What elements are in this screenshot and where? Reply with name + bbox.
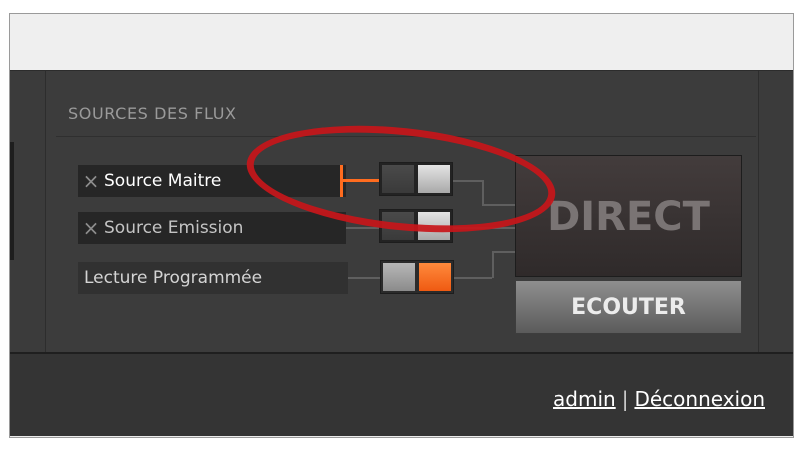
source-master-row: × Source Maitre (78, 165, 346, 197)
lecture-connector (348, 277, 382, 279)
scheduled-playback-label: Lecture Programmée (84, 268, 263, 288)
remove-source-master-icon[interactable]: × (78, 169, 104, 193)
left-stub (10, 142, 14, 260)
emission-connector (346, 227, 380, 229)
toggle1-out-line (452, 180, 482, 182)
source-master-toggle[interactable] (379, 162, 453, 196)
source-emission-label: Source Emission (104, 218, 244, 238)
toggle3-out-vline (492, 251, 494, 278)
toggle2-out-line (452, 227, 515, 229)
bottom-strip (10, 436, 793, 437)
toggle1-out-vline (482, 180, 484, 204)
link-separator: | (621, 387, 629, 411)
source-emission-toggle[interactable] (379, 209, 453, 243)
toggle-off-half (382, 165, 414, 193)
toggle3-out-line2 (492, 251, 515, 253)
scheduled-playback-row: Lecture Programmée (78, 262, 348, 294)
toggle-on-half (419, 263, 451, 291)
user-links: admin | Déconnexion (553, 387, 765, 411)
toggle-on-half (418, 165, 450, 193)
scheduled-playback-toggle[interactable] (380, 260, 454, 294)
toggle-on-half (418, 212, 450, 240)
source-emission-row: × Source Emission (78, 212, 346, 244)
app-window: SOURCES DES FLUX × Source Maitre × Sourc… (9, 13, 794, 438)
source-master-label: Source Maitre (104, 171, 222, 191)
source-master-connector (343, 179, 379, 182)
remove-source-emission-icon[interactable]: × (78, 216, 104, 240)
toggle-off-half (383, 263, 415, 291)
footer-bar: admin | Déconnexion (10, 352, 793, 437)
toggle1-out-line2 (482, 204, 515, 206)
toggle-off-half (382, 212, 414, 240)
listen-button[interactable]: ECOUTER (515, 280, 742, 334)
toggle3-out-line (452, 277, 492, 279)
top-bar (10, 14, 793, 70)
section-title: SOURCES DES FLUX (68, 104, 237, 123)
logout-link[interactable]: Déconnexion (634, 387, 765, 411)
username-link[interactable]: admin (553, 387, 616, 411)
direct-indicator: DIRECT (515, 155, 742, 277)
